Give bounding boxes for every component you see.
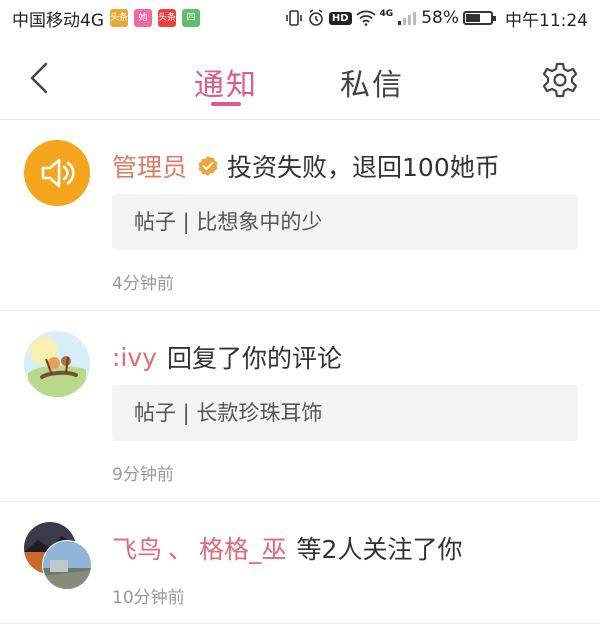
battery-icon — [463, 11, 496, 25]
notification-headline: 管理员 投资失败，退回100她币 — [112, 148, 500, 184]
timestamp: 9分钟前 — [112, 465, 174, 485]
verified-badge-icon — [198, 156, 218, 176]
status-bar-right: HD 4G 58% 中午11:24 — [285, 6, 588, 31]
notification-item[interactable]: 管理员 投资失败，退回100她币 帖子 | 比想象中的少 4分钟前 — [0, 120, 600, 311]
battery-percent: 58% — [421, 8, 459, 28]
green-app-icon: 四 — [182, 9, 200, 27]
wifi-icon — [355, 10, 376, 26]
vibrate-icon — [285, 9, 303, 27]
user-avatar[interactable] — [24, 331, 90, 397]
sender-name[interactable]: :ivy — [112, 343, 157, 372]
timestamp: 4分钟前 — [112, 274, 174, 294]
name-separator: 、 — [168, 535, 194, 564]
notification-headline: :ivy 回复了你的评论 — [112, 339, 342, 375]
tab-notifications[interactable]: 通知 — [194, 60, 258, 104]
alarm-icon — [307, 9, 325, 27]
network-type-label: 4G — [379, 9, 394, 19]
tab-messages[interactable]: 私信 — [340, 60, 404, 104]
notification-message: 投资失败，退回100她币 — [227, 153, 500, 182]
active-tab-indicator — [211, 102, 241, 106]
signal-icon — [397, 10, 417, 26]
notification-message: 回复了你的评论 — [166, 344, 342, 373]
clock: 中午11:24 — [505, 10, 588, 31]
ta-app-icon: 她 — [134, 9, 152, 27]
stacked-avatars[interactable] — [24, 522, 94, 592]
nav-bar: 通知 私信 — [0, 36, 600, 120]
toutiao-app-icon: 头条 — [158, 9, 176, 27]
quoted-post[interactable]: 帖子 | 长款珍珠耳饰 — [112, 385, 578, 441]
notification-headline: 飞鸟 、 格格_巫 等2人关注了你 — [112, 530, 462, 566]
status-bar: 中国移动4G 头条 她 头条 四 HD 4G 58% 中午11:24 — [0, 0, 600, 36]
carrier-label: 中国移动4G — [12, 10, 104, 31]
timestamp: 10分钟前 — [112, 588, 185, 608]
status-bar-left: 中国移动4G 头条 她 头条 四 — [12, 6, 200, 31]
admin-avatar[interactable] — [24, 140, 90, 206]
news-app-icon: 头条 — [110, 9, 128, 27]
follower-name[interactable]: 飞鸟 — [112, 530, 162, 566]
sender-name[interactable]: 管理员 — [112, 148, 187, 184]
settings-button[interactable] — [540, 60, 580, 100]
notification-message: 等2人关注了你 — [296, 535, 463, 564]
quoted-post[interactable]: 帖子 | 比想象中的少 — [112, 194, 578, 250]
speaker-icon — [41, 158, 75, 188]
hd-badge: HD — [328, 11, 352, 25]
chevron-left-icon — [30, 62, 48, 94]
battery-fill — [466, 14, 480, 22]
back-button[interactable] — [22, 58, 58, 98]
follower-name[interactable]: 格格_巫 — [199, 530, 287, 566]
gear-icon — [542, 62, 578, 98]
notification-item[interactable]: :ivy 回复了你的评论 帖子 | 长款珍珠耳饰 9分钟前 — [0, 311, 600, 502]
avatar-illustration-icon — [24, 331, 90, 397]
user-avatar-2 — [42, 540, 92, 590]
notification-item[interactable]: 飞鸟 、 格格_巫 等2人关注了你 10分钟前 — [0, 502, 600, 624]
